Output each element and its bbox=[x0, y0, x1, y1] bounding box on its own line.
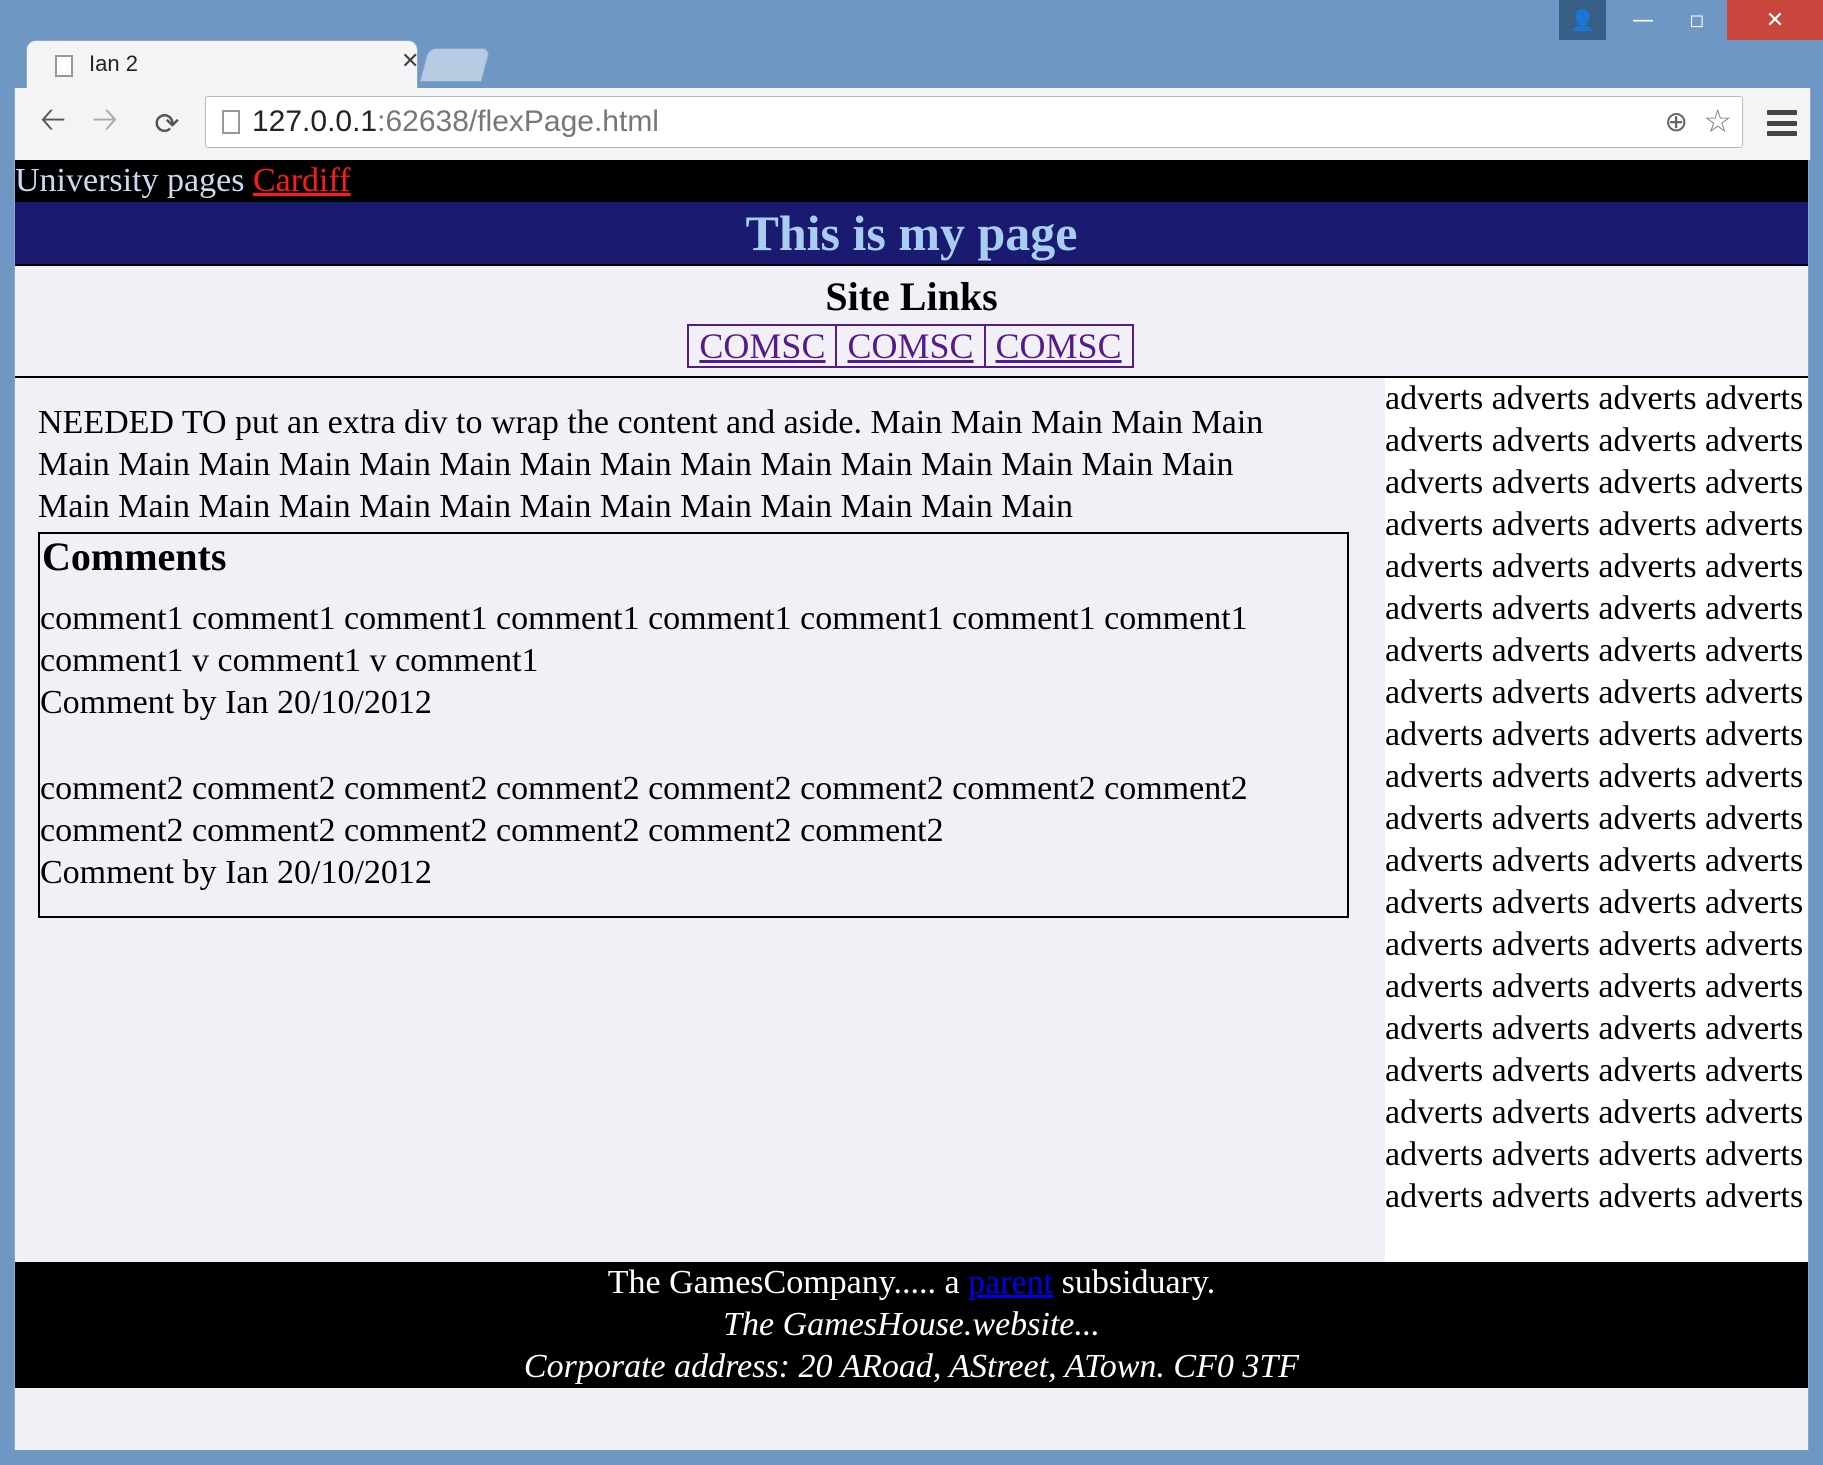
user-icon[interactable]: 👤 bbox=[1559, 0, 1606, 40]
site-link-comsc-2[interactable]: COMSC bbox=[835, 324, 986, 368]
close-window-button[interactable]: ✕ bbox=[1727, 0, 1823, 40]
site-link-comsc-3[interactable]: COMSC bbox=[983, 324, 1134, 368]
browser-tab[interactable]: Ian 2 ✕ bbox=[26, 40, 419, 91]
cardiff-link[interactable]: Cardiff bbox=[253, 162, 351, 199]
browser-window: 👤 — ◻ ✕ Ian 2 ✕ 🡠 🡢 ⟳ 127.0.0.1:62638/fl… bbox=[0, 0, 1823, 1465]
main-content: NEEDED TO put an extra div to wrap the c… bbox=[15, 378, 1385, 1262]
page-viewport: University pages Cardiff This is my page… bbox=[14, 160, 1809, 1450]
tab-close-icon[interactable]: ✕ bbox=[401, 49, 419, 74]
new-tab-button[interactable] bbox=[419, 48, 491, 82]
forward-arrow-icon[interactable]: 🡢 bbox=[85, 100, 125, 144]
comments-section: Comments comment1 comment1 comment1 comm… bbox=[38, 532, 1349, 918]
bookmark-star-icon[interactable]: ☆ bbox=[1703, 102, 1732, 140]
url-text[interactable]: 127.0.0.1:62638/flexPage.html bbox=[252, 105, 659, 139]
comment-byline: Comment by Ian 20/10/2012 bbox=[40, 854, 432, 891]
adverts-text: adverts adverts adverts adverts adverts … bbox=[1385, 380, 1804, 1215]
page-footer: The GamesCompany..... a parent subsiduar… bbox=[15, 1262, 1808, 1388]
university-label: University pages bbox=[15, 162, 253, 199]
footer-company: The GamesCompany..... a bbox=[607, 1264, 969, 1301]
reload-icon[interactable]: ⟳ bbox=[147, 104, 187, 144]
back-arrow-icon[interactable]: 🡠 bbox=[33, 100, 73, 144]
content-wrapper: NEEDED TO put an extra div to wrap the c… bbox=[15, 378, 1808, 1262]
comment-byline: Comment by Ian 20/10/2012 bbox=[40, 684, 432, 721]
site-links-list: COMSC COMSC COMSC bbox=[687, 324, 1134, 368]
address-bar[interactable]: 127.0.0.1:62638/flexPage.html ⊕ ☆ bbox=[205, 96, 1743, 148]
parent-link[interactable]: parent bbox=[968, 1264, 1053, 1301]
site-links-nav: Site Links COMSC COMSC COMSC bbox=[15, 266, 1808, 378]
url-path: :62638/flexPage.html bbox=[377, 105, 659, 138]
footer-line-1: The GamesCompany..... a parent subsiduar… bbox=[15, 1262, 1808, 1304]
comments-heading: Comments bbox=[42, 534, 227, 579]
page-icon bbox=[55, 55, 73, 77]
zoom-icon[interactable]: ⊕ bbox=[1665, 105, 1688, 138]
menu-icon[interactable] bbox=[1767, 110, 1797, 136]
url-host: 127.0.0.1 bbox=[252, 105, 378, 138]
minimize-button[interactable]: — bbox=[1618, 0, 1668, 40]
footer-address: Corporate address: 20 ARoad, AStreet, AT… bbox=[523, 1348, 1300, 1385]
tab-title: Ian 2 bbox=[89, 51, 138, 76]
page-info-icon[interactable] bbox=[222, 110, 240, 134]
comment-text: comment1 comment1 comment1 comment1 comm… bbox=[40, 600, 1248, 679]
footer-website: The GamesHouse.website... bbox=[723, 1306, 1100, 1343]
page-header: This is my page bbox=[15, 202, 1808, 266]
maximize-button[interactable]: ◻ bbox=[1671, 0, 1723, 40]
site-links-heading: Site Links bbox=[825, 274, 998, 319]
comment-text: comment2 comment2 comment2 comment2 comm… bbox=[40, 770, 1248, 849]
footer-subsidiary: subsiduary. bbox=[1053, 1264, 1216, 1301]
site-link-comsc-1[interactable]: COMSC bbox=[687, 324, 838, 368]
page-title: This is my page bbox=[745, 205, 1078, 261]
browser-toolbar: 🡠 🡢 ⟳ 127.0.0.1:62638/flexPage.html ⊕ ☆ bbox=[14, 88, 1811, 160]
adverts-aside: adverts adverts adverts adverts adverts … bbox=[1385, 378, 1808, 1262]
university-bar: University pages Cardiff bbox=[15, 160, 1808, 202]
title-bar: 👤 — ◻ ✕ Ian 2 ✕ bbox=[0, 0, 1823, 91]
main-text: NEEDED TO put an extra div to wrap the c… bbox=[38, 404, 1264, 525]
